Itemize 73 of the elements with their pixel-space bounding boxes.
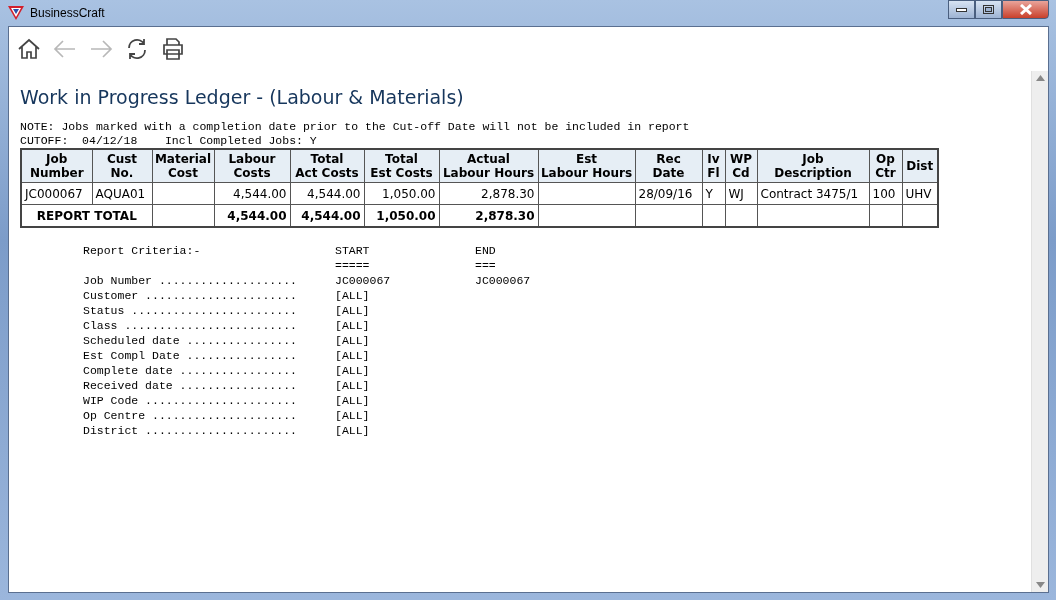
column-header: Iv Fl xyxy=(702,149,725,183)
start-value: [ALL] xyxy=(335,394,371,408)
start-value: [ALL] xyxy=(335,334,371,348)
end-value: JC000067 xyxy=(475,274,532,288)
end-heading: END xyxy=(475,244,497,258)
close-button[interactable] xyxy=(1002,0,1049,19)
column-header: Dist xyxy=(902,149,938,183)
end-underline: === xyxy=(475,259,497,273)
column-header: Job Description xyxy=(757,149,869,183)
criteria-label: WIP Code ...................... xyxy=(83,394,298,408)
column-header: Total Act Costs xyxy=(290,149,364,183)
criteria-label: Status ........................ xyxy=(83,304,298,318)
maximize-icon xyxy=(983,5,994,14)
cutoff-line: CUTOFF: 04/12/18 Incl Completed Jobs: Y xyxy=(20,134,318,148)
print-icon xyxy=(161,37,185,61)
column-header: Total Est Costs xyxy=(364,149,439,183)
maximize-button[interactable] xyxy=(975,0,1002,19)
criteria-label: Customer ...................... xyxy=(83,289,298,303)
print-button[interactable] xyxy=(161,37,185,61)
column-header: Material Cost xyxy=(152,149,214,183)
table-cell: JC000067 xyxy=(21,182,92,205)
criteria-label: District ...................... xyxy=(83,424,298,438)
window-title: BusinessCraft xyxy=(30,6,105,20)
table-cell: 28/09/16 xyxy=(635,182,702,205)
table-cell: 4,544.00 xyxy=(214,182,290,205)
criteria-label: Class ......................... xyxy=(83,319,298,333)
column-header: Op Ctr xyxy=(869,149,902,183)
start-value: [ALL] xyxy=(335,424,371,438)
column-header: Cust No. xyxy=(92,149,152,183)
column-header: Labour Costs xyxy=(214,149,290,183)
start-value: JC000067 xyxy=(335,274,392,288)
start-value: [ALL] xyxy=(335,304,371,318)
table-cell: 4,544.00 xyxy=(290,182,364,205)
start-value: [ALL] xyxy=(335,349,371,363)
close-icon xyxy=(1018,4,1033,15)
scrollbar[interactable] xyxy=(1031,71,1048,592)
home-icon xyxy=(17,37,41,61)
start-value: [ALL] xyxy=(335,364,371,378)
column-header: Actual Labour Hours xyxy=(439,149,538,183)
column-header: Est Labour Hours xyxy=(538,149,635,183)
start-heading: START xyxy=(335,244,371,258)
criteria-heading: Report Criteria:- xyxy=(83,244,202,258)
minimize-icon xyxy=(956,7,967,12)
criteria-label: Received date ................. xyxy=(83,379,298,393)
start-value: [ALL] xyxy=(335,379,371,393)
table-cell: WJ xyxy=(725,182,757,205)
table-cell: 2,878.30 xyxy=(439,182,538,205)
criteria-label: Complete date ................. xyxy=(83,364,298,378)
start-value: [ALL] xyxy=(335,319,371,333)
refresh-button[interactable] xyxy=(125,37,149,61)
scroll-up-icon[interactable] xyxy=(1035,75,1045,81)
table-cell: AQUA01 xyxy=(92,182,152,205)
scroll-down-icon[interactable] xyxy=(1035,582,1045,588)
home-button[interactable] xyxy=(17,37,41,61)
start-underline: ===== xyxy=(335,259,371,273)
column-header: Rec Date xyxy=(635,149,702,183)
column-header: Job Number xyxy=(21,149,92,183)
column-header: WP Cd xyxy=(725,149,757,183)
minimize-button[interactable] xyxy=(948,0,975,19)
start-value: [ALL] xyxy=(335,409,371,423)
table-cell: Y xyxy=(702,182,725,205)
criteria-label: Job Number .................... xyxy=(83,274,298,288)
refresh-icon xyxy=(125,37,149,61)
start-value: [ALL] xyxy=(335,289,371,303)
criteria-label: Est Compl Date ................ xyxy=(83,349,298,363)
report-note: NOTE: Jobs marked with a completion date prior to the Cut-off Date will not be included in report xyxy=(20,120,691,134)
table-cell: 1,050.00 xyxy=(364,182,439,205)
table-cell: Contract 3475/1 xyxy=(757,182,869,205)
criteria-label: Op Centre ..................... xyxy=(83,409,298,423)
criteria-label: Scheduled date ................ xyxy=(83,334,298,348)
report-title: Work in Progress Ledger - (Labour & Materials) xyxy=(20,86,465,108)
app-logo-icon xyxy=(8,6,24,20)
table-cell: 100 xyxy=(869,182,902,205)
